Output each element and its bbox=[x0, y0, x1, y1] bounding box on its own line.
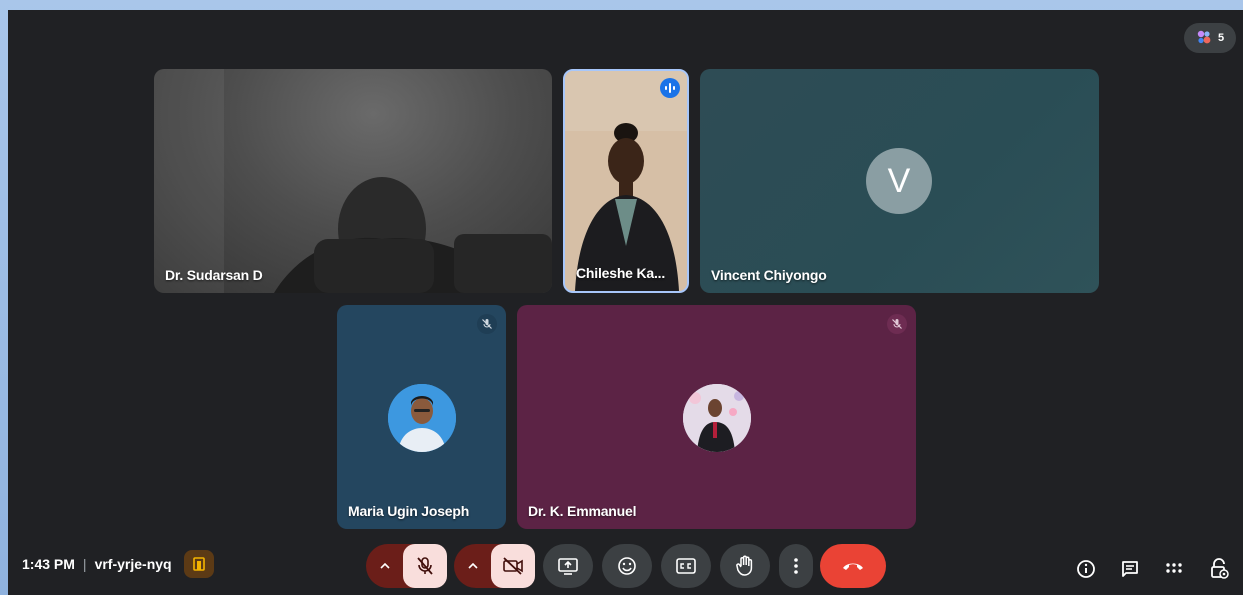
clock-time: 1:43 PM bbox=[22, 556, 75, 572]
more-options-button[interactable] bbox=[779, 544, 813, 588]
meeting-details-icon[interactable] bbox=[1074, 557, 1098, 581]
camera-toggle-button[interactable] bbox=[491, 544, 535, 588]
emoji-icon bbox=[618, 557, 636, 575]
host-controls-lock-icon[interactable] bbox=[1207, 557, 1231, 581]
present-screen-button[interactable] bbox=[543, 544, 593, 588]
camera-off-icon bbox=[503, 557, 523, 575]
reactions-button[interactable] bbox=[602, 544, 652, 588]
audio-options-chevron-icon[interactable] bbox=[366, 544, 404, 588]
participant-name: Chileshe Ka... bbox=[576, 265, 666, 281]
participants-count: 5 bbox=[1217, 32, 1225, 44]
mic-off-icon bbox=[417, 557, 433, 575]
separator: | bbox=[82, 556, 87, 572]
participant-avatar bbox=[683, 384, 751, 452]
video-feed bbox=[154, 69, 552, 293]
hand-icon bbox=[736, 555, 753, 576]
present-icon bbox=[558, 558, 578, 575]
people-icon bbox=[1196, 29, 1212, 48]
participant-name: Dr. K. Emmanuel bbox=[528, 503, 637, 519]
participant-tile-emmanuel[interactable]: Dr. K. Emmanuel bbox=[517, 305, 916, 529]
participant-tile-chileshe[interactable]: Chileshe Ka... bbox=[563, 69, 689, 293]
activities-icon[interactable] bbox=[1162, 557, 1186, 581]
meeting-code: vrf-yrje-nyq bbox=[94, 556, 172, 572]
video-options-chevron-icon[interactable] bbox=[454, 544, 492, 588]
participant-avatar bbox=[388, 384, 456, 452]
participant-name: Maria Ugin Joseph bbox=[348, 503, 470, 519]
chat-icon[interactable] bbox=[1118, 557, 1142, 581]
participant-tile-vincent[interactable]: V Vincent Chiyongo bbox=[700, 69, 1099, 293]
host-controls-icon[interactable] bbox=[183, 550, 214, 578]
participant-name: Dr. Sudarsan D bbox=[165, 267, 263, 283]
captions-button[interactable] bbox=[661, 544, 711, 588]
camera-control-group bbox=[454, 544, 535, 588]
leave-call-button[interactable] bbox=[820, 544, 886, 588]
participant-tile-maria[interactable]: Maria Ugin Joseph bbox=[337, 305, 506, 529]
microphone-control-group bbox=[366, 544, 447, 588]
microphone-toggle-button[interactable] bbox=[403, 544, 447, 588]
meeting-info-bar: 1:43 PM | vrf-yrje-nyq bbox=[22, 550, 214, 578]
participants-button[interactable]: 5 bbox=[1184, 23, 1236, 53]
mic-off-icon bbox=[887, 314, 907, 334]
closed-captions-icon bbox=[676, 558, 696, 574]
more-vert-icon bbox=[794, 558, 798, 574]
video-feed bbox=[565, 71, 687, 291]
end-call-icon bbox=[843, 563, 863, 570]
raise-hand-button[interactable] bbox=[720, 544, 770, 588]
participant-name: Vincent Chiyongo bbox=[711, 267, 827, 283]
participant-tile-sudarsan[interactable]: Dr. Sudarsan D bbox=[154, 69, 552, 293]
mic-off-icon bbox=[477, 314, 497, 334]
participant-avatar: V bbox=[866, 148, 932, 214]
speaking-indicator-icon bbox=[660, 78, 680, 98]
meet-window: 5 Dr. Sudarsan D Chileshe Ka... V Vincen… bbox=[8, 10, 1243, 595]
